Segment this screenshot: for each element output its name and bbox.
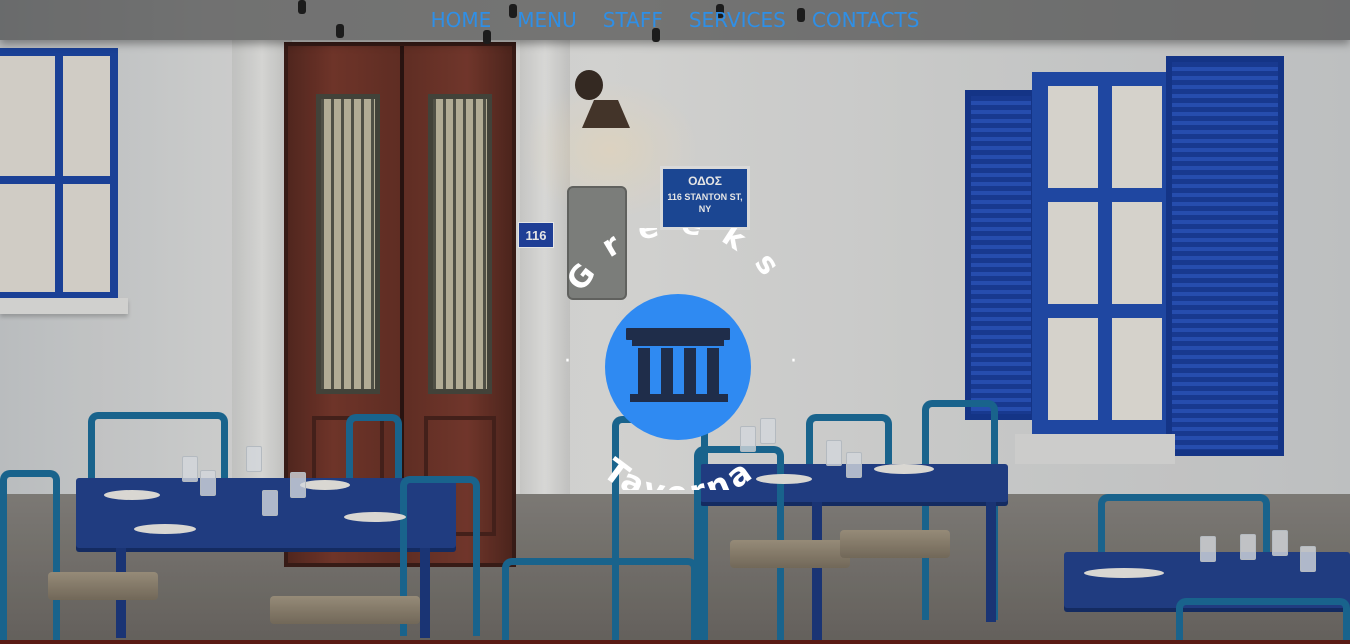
nav-link-menu[interactable]: MENU	[517, 8, 577, 32]
page-bottom-edge	[0, 640, 1350, 644]
logo-separator-left: ·	[564, 349, 571, 374]
nav-menu: HOME MENU STAFF SERVICES CONTACTS	[0, 0, 1350, 40]
nav-link-staff[interactable]: STAFF	[603, 8, 663, 32]
greek-temple-icon	[626, 328, 730, 402]
logo-graphic: Greeks Taverna · ·	[560, 228, 798, 490]
brand-logo[interactable]: Greeks Taverna · ·	[548, 228, 810, 490]
logo-separator-right: ·	[790, 349, 797, 374]
logo-text-bottom: Taverna	[596, 450, 761, 490]
logo-text-top-path: Greeks	[560, 228, 778, 298]
nav-item-contacts: CONTACTS	[812, 0, 920, 40]
top-nav-bar: HOME MENU STAFF SERVICES CONTACTS	[0, 0, 1350, 44]
nav-link-home[interactable]: HOME	[431, 8, 492, 32]
nav-item-home: HOME	[431, 0, 492, 40]
logo-text-top: Greeks	[560, 228, 798, 298]
nav-item-menu: MENU	[517, 0, 577, 40]
nav-link-services[interactable]: SERVICES	[689, 8, 786, 32]
nav-link-contacts[interactable]: CONTACTS	[812, 8, 920, 32]
nav-item-services: SERVICES	[689, 0, 786, 40]
logo-text-bottom-path: Taverna	[596, 450, 757, 490]
nav-item-staff: STAFF	[603, 0, 663, 40]
